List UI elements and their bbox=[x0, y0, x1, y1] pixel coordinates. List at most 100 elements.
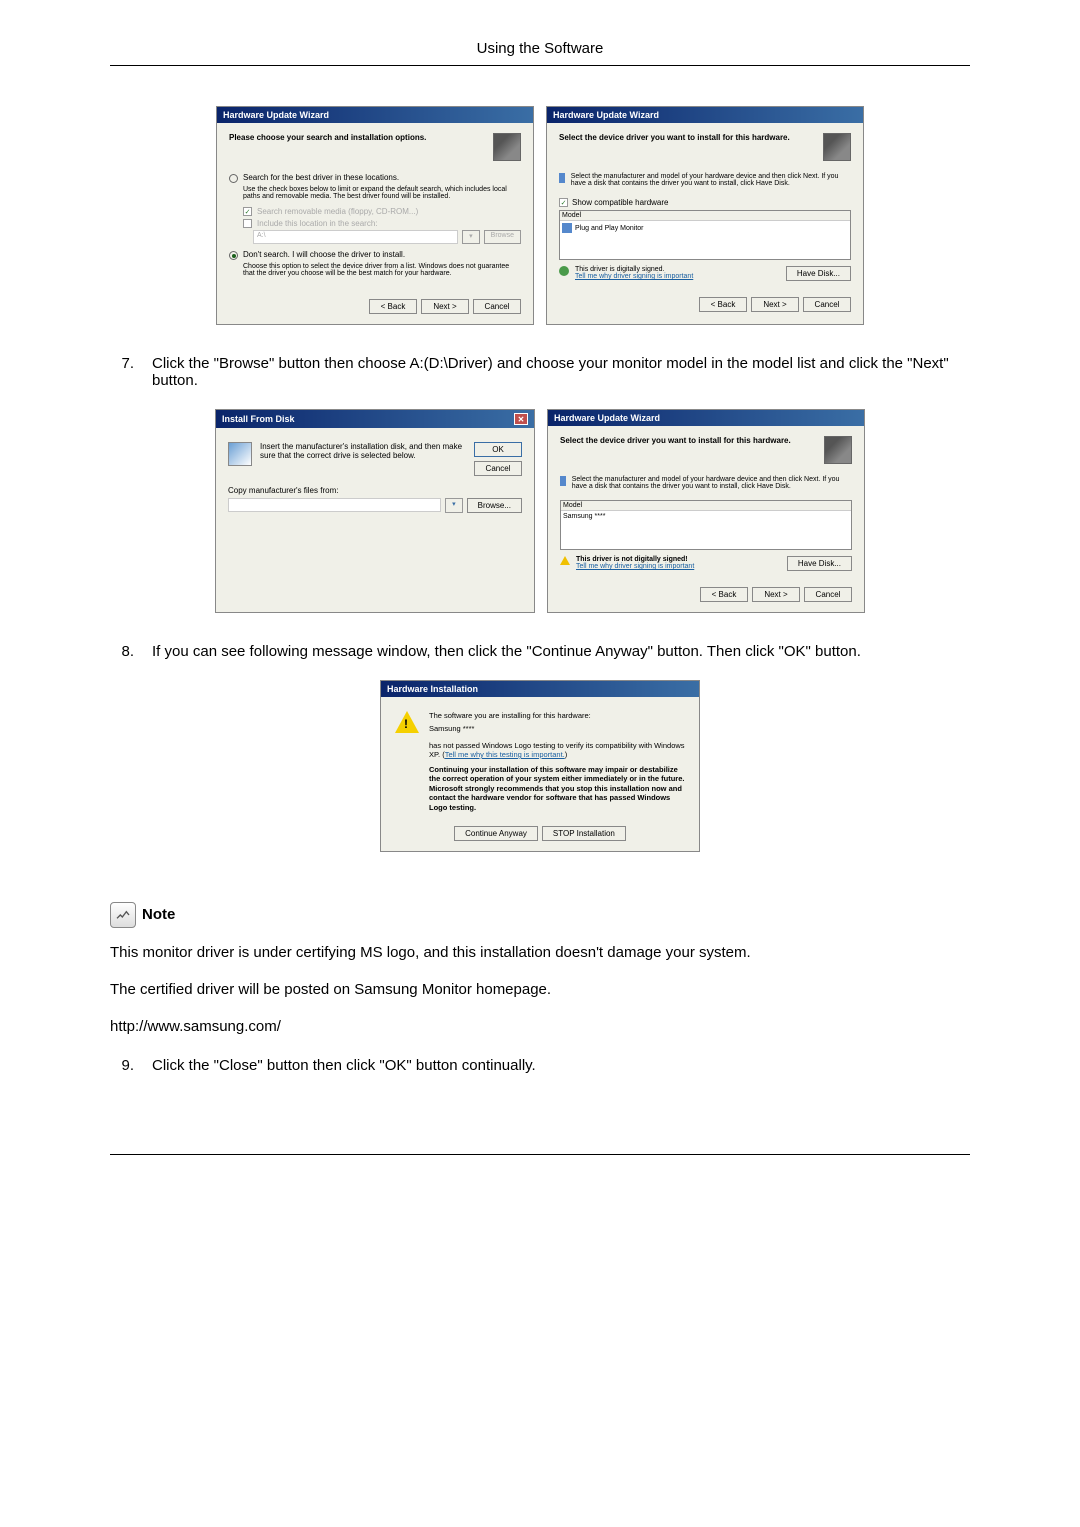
cancel-button[interactable]: Cancel bbox=[804, 587, 852, 602]
note-url: http://www.samsung.com/ bbox=[110, 1016, 970, 1037]
dialog-title: Hardware Installation bbox=[387, 684, 478, 694]
monitor-icon bbox=[562, 223, 572, 233]
model-header: Model bbox=[561, 501, 851, 511]
radio1-desc: Use the check boxes below to limit or ex… bbox=[243, 186, 521, 200]
step-body: Click the "Browse" button then choose A:… bbox=[152, 355, 970, 389]
chk-show-compatible[interactable]: ✓ bbox=[559, 198, 568, 207]
dialog-title: Hardware Update Wizard bbox=[223, 110, 329, 120]
radio-label: Don't search. I will choose the driver t… bbox=[243, 250, 405, 259]
note-icon bbox=[110, 902, 136, 928]
browse-button[interactable]: Browse bbox=[484, 230, 521, 244]
back-button[interactable]: < Back bbox=[369, 299, 417, 314]
dialog-titlebar: Hardware Update Wizard bbox=[217, 107, 533, 123]
cancel-button[interactable]: Cancel bbox=[473, 299, 521, 314]
hw-bold-warning: Continuing your installation of this sof… bbox=[429, 765, 685, 812]
cancel-button[interactable]: Cancel bbox=[803, 297, 851, 312]
wizard-heading: Select the device driver you want to ins… bbox=[560, 436, 816, 445]
dialog-titlebar: Install From Disk ✕ bbox=[216, 410, 534, 428]
wizard-desc: Select the manufacturer and model of you… bbox=[571, 173, 851, 187]
chk-label: Search removable media (floppy, CD-ROM..… bbox=[257, 207, 418, 216]
install-from-disk-dialog: Install From Disk ✕ Insert the manufactu… bbox=[215, 409, 535, 613]
dialog-row-1: Hardware Update Wizard Please choose you… bbox=[110, 106, 970, 325]
dialog-titlebar: Hardware Installation bbox=[381, 681, 699, 697]
not-signed-text: This driver is not digitally signed! bbox=[576, 556, 694, 563]
step-number: 8. bbox=[110, 643, 134, 660]
hardware-wizard-search-options: Hardware Update Wizard Please choose you… bbox=[216, 106, 534, 325]
radio2-desc: Choose this option to select the device … bbox=[243, 263, 521, 277]
note-label: Note bbox=[142, 906, 175, 923]
model-listbox[interactable]: Model Samsung **** bbox=[560, 500, 852, 550]
have-disk-button[interactable]: Have Disk... bbox=[786, 266, 851, 281]
chk-label: Show compatible hardware bbox=[572, 198, 669, 207]
note-p2: The certified driver will be posted on S… bbox=[110, 979, 970, 1000]
install-text: Insert the manufacturer's installation d… bbox=[260, 442, 466, 476]
logo-test-link[interactable]: Tell me why this testing is important. bbox=[445, 750, 565, 759]
warning-icon bbox=[395, 711, 419, 733]
note-p1: This monitor driver is under certifying … bbox=[110, 942, 970, 963]
model-header: Model bbox=[560, 211, 850, 221]
signed-icon bbox=[559, 266, 569, 276]
step-7: 7. Click the "Browse" button then choose… bbox=[110, 355, 970, 389]
next-button[interactable]: Next > bbox=[421, 299, 469, 314]
list-item[interactable]: Samsung **** bbox=[563, 513, 849, 520]
signing-link[interactable]: Tell me why driver signing is important bbox=[576, 563, 694, 570]
stop-installation-button[interactable]: STOP Installation bbox=[542, 826, 626, 841]
dropdown-button[interactable]: ▾ bbox=[462, 230, 480, 244]
close-icon[interactable]: ✕ bbox=[514, 413, 528, 425]
copy-label: Copy manufacturer's files from: bbox=[228, 486, 522, 495]
dropdown-button[interactable]: ▾ bbox=[445, 498, 463, 513]
dialog-title: Install From Disk bbox=[222, 414, 295, 424]
dialog-title: Hardware Update Wizard bbox=[554, 413, 660, 423]
chk-label: Include this location in the search: bbox=[257, 219, 378, 228]
wizard-heading: Select the device driver you want to ins… bbox=[559, 133, 815, 142]
dialog-row-2: Install From Disk ✕ Insert the manufactu… bbox=[110, 409, 970, 613]
chk-include-location[interactable] bbox=[243, 219, 252, 228]
back-button[interactable]: < Back bbox=[700, 587, 748, 602]
model-name: Plug and Play Monitor bbox=[575, 225, 643, 232]
note-heading: Note bbox=[110, 902, 970, 928]
wizard-desc: Select the manufacturer and model of you… bbox=[572, 476, 852, 490]
next-button[interactable]: Next > bbox=[752, 587, 800, 602]
path-input[interactable]: A:\ bbox=[253, 230, 458, 244]
hw-device: Samsung **** bbox=[429, 724, 685, 733]
dialog-titlebar: Hardware Update Wizard bbox=[548, 410, 864, 426]
hardware-wizard-select-driver: Hardware Update Wizard Select the device… bbox=[546, 106, 864, 325]
radio-search-locations[interactable] bbox=[229, 174, 238, 183]
chk-removable-media[interactable]: ✓ bbox=[243, 207, 252, 216]
model-listbox[interactable]: Model Plug and Play Monitor bbox=[559, 210, 851, 260]
step-8: 8. If you can see following message wind… bbox=[110, 643, 970, 660]
copy-path-input[interactable] bbox=[228, 498, 441, 512]
browse-button[interactable]: Browse... bbox=[467, 498, 522, 513]
header-divider bbox=[110, 65, 970, 66]
driver-icon bbox=[560, 476, 566, 486]
signing-link[interactable]: Tell me why driver signing is important bbox=[575, 273, 693, 280]
ok-button[interactable]: OK bbox=[474, 442, 522, 457]
wizard-icon bbox=[493, 133, 521, 161]
step-number: 9. bbox=[110, 1057, 134, 1074]
wizard-icon bbox=[824, 436, 852, 464]
step-body: If you can see following message window,… bbox=[152, 643, 861, 660]
step-9: 9. Click the "Close" button then click "… bbox=[110, 1057, 970, 1074]
back-button[interactable]: < Back bbox=[699, 297, 747, 312]
step-body: Click the "Close" button then click "OK"… bbox=[152, 1057, 536, 1074]
signed-text: This driver is digitally signed. bbox=[575, 266, 693, 273]
disk-icon bbox=[228, 442, 252, 466]
cancel-button[interactable]: Cancel bbox=[474, 461, 522, 476]
wizard-icon bbox=[823, 133, 851, 161]
step-number: 7. bbox=[110, 355, 134, 389]
hw-line1: The software you are installing for this… bbox=[429, 711, 685, 720]
model-name: Samsung **** bbox=[563, 513, 605, 520]
hardware-installation-dialog: Hardware Installation The software you a… bbox=[380, 680, 700, 852]
continue-anyway-button[interactable]: Continue Anyway bbox=[454, 826, 538, 841]
radio-dont-search[interactable] bbox=[229, 251, 238, 260]
list-item[interactable]: Plug and Play Monitor bbox=[562, 223, 848, 233]
have-disk-button[interactable]: Have Disk... bbox=[787, 556, 852, 571]
page-header: Using the Software bbox=[110, 40, 970, 57]
wizard-heading: Please choose your search and installati… bbox=[229, 133, 485, 142]
dialog-title: Hardware Update Wizard bbox=[553, 110, 659, 120]
next-button[interactable]: Next > bbox=[751, 297, 799, 312]
warn-icon bbox=[560, 556, 570, 565]
dialog-titlebar: Hardware Update Wizard bbox=[547, 107, 863, 123]
footer-divider bbox=[110, 1154, 970, 1155]
driver-icon bbox=[559, 173, 565, 183]
